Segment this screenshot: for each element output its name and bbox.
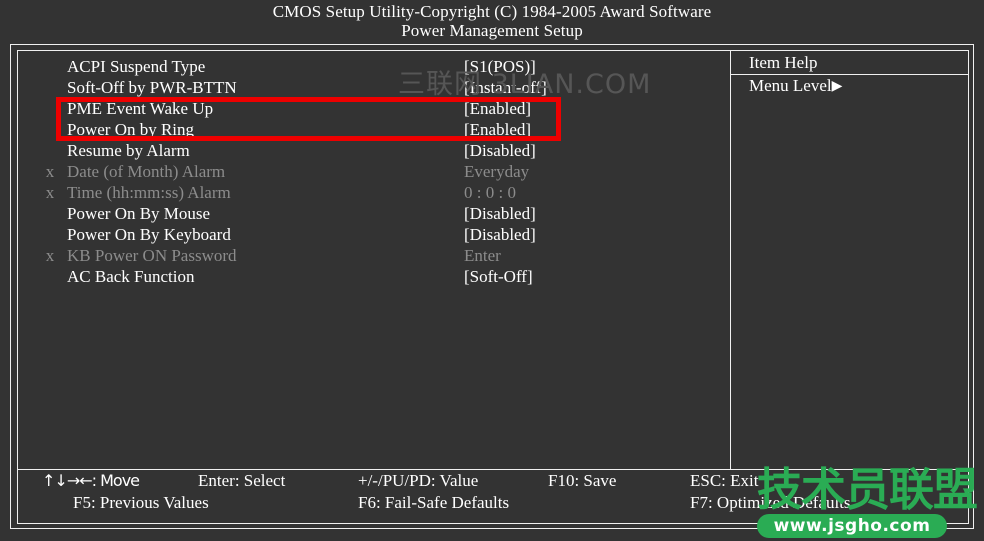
footer-hint: ESC: Exit: [690, 471, 759, 490]
setting-value[interactable]: [Disabled]: [464, 224, 536, 245]
main-panel-outer-border: ACPI Suspend Type [S1(POS)] Soft-Off by PW…: [10, 44, 974, 529]
setting-row[interactable]: Resume by Alarm [Disabled]: [18, 140, 730, 161]
footer-hint: F6: Fail-Safe Defaults: [358, 493, 510, 512]
setting-value[interactable]: Everyday: [464, 161, 529, 182]
setting-label: Soft-Off by PWR-BTTN: [67, 78, 237, 97]
setting-disabled-marker: x: [45, 162, 55, 181]
main-panel-inner-border: ACPI Suspend Type [S1(POS)] Soft-Off by PW…: [17, 50, 969, 524]
setting-value[interactable]: Enter: [464, 245, 501, 266]
setting-disabled-marker: x: [45, 183, 55, 202]
footer-hint: ↑↓→←: Move: [42, 471, 140, 490]
setting-value[interactable]: [Disabled]: [464, 140, 536, 161]
setting-value[interactable]: 0 : 0 : 0: [464, 182, 516, 203]
item-help-pane: Item Help Menu Level▶: [731, 51, 968, 469]
setting-label: AC Back Function: [67, 267, 195, 286]
setting-disabled-marker: x: [45, 246, 55, 265]
setting-label: Resume by Alarm: [67, 141, 190, 160]
setting-value[interactable]: [Enabled]: [464, 119, 531, 140]
setting-row[interactable]: x KB Power ON Password Enter: [18, 245, 730, 266]
setting-row[interactable]: x Date (of Month) Alarm Everyday: [18, 161, 730, 182]
footer-hint: +/-/PU/PD: Value: [358, 471, 479, 490]
setting-label: Date (of Month) Alarm: [67, 162, 226, 181]
setting-value[interactable]: [Enabled]: [464, 98, 531, 119]
setting-row[interactable]: AC Back Function [Soft-Off]: [18, 266, 730, 287]
footer-help-bar: ↑↓→←: Move Enter: Select +/-/PU/PD: Value F…: [18, 470, 968, 523]
menu-level-label: Menu Level: [749, 76, 832, 95]
chevron-right-icon: ▶: [831, 79, 843, 94]
panel-body: ACPI Suspend Type [S1(POS)] Soft-Off by PW…: [18, 51, 968, 470]
setting-label: Power On By Mouse: [67, 204, 211, 223]
setting-value[interactable]: [Disabled]: [464, 203, 536, 224]
item-help-title: Item Help: [749, 53, 818, 72]
setting-row[interactable]: Power On by Ring [Enabled]: [18, 119, 730, 140]
setting-row[interactable]: Power On By Keyboard [Disabled]: [18, 224, 730, 245]
setting-row[interactable]: Soft-Off by PWR-BTTN [Instant-off]: [18, 77, 730, 98]
footer-hint: F7: Optimized Defaults: [690, 493, 851, 512]
setting-label: Time (hh:mm:ss) Alarm: [67, 183, 231, 202]
footer-row-primary: ↑↓→←: Move Enter: Select +/-/PU/PD: Value F…: [18, 470, 968, 492]
footer-hint: F5: Previous Values: [73, 493, 209, 512]
settings-list: ACPI Suspend Type [S1(POS)] Soft-Off by PW…: [18, 51, 730, 469]
setting-row[interactable]: ACPI Suspend Type [S1(POS)]: [18, 56, 730, 77]
footer-hint: Enter: Select: [198, 471, 286, 490]
page-title: Power Management Setup: [401, 21, 583, 40]
footer-hint: F10: Save: [548, 471, 617, 490]
setting-label: Power On By Keyboard: [67, 225, 231, 244]
setting-label: PME Event Wake Up: [67, 99, 214, 118]
setting-value[interactable]: [S1(POS)]: [464, 56, 536, 77]
setting-value[interactable]: [Soft-Off]: [464, 266, 533, 287]
setting-label: Power On by Ring: [67, 120, 195, 139]
title-bar: CMOS Setup Utility-Copyright (C) 1984-20…: [0, 0, 984, 40]
setting-label: ACPI Suspend Type: [67, 57, 206, 76]
footer-row-secondary: F5: Previous Values F6: Fail-Safe Default…: [18, 492, 968, 514]
setting-label: KB Power ON Password: [67, 246, 237, 265]
setting-row[interactable]: x Time (hh:mm:ss) Alarm 0 : 0 : 0: [18, 182, 730, 203]
setting-row[interactable]: Power On By Mouse [Disabled]: [18, 203, 730, 224]
menu-level-row: Menu Level▶: [749, 75, 842, 98]
setting-row[interactable]: PME Event Wake Up [Enabled]: [18, 98, 730, 119]
utility-title: CMOS Setup Utility-Copyright (C) 1984-20…: [272, 2, 712, 21]
setting-value[interactable]: [Instant-off]: [464, 77, 547, 98]
